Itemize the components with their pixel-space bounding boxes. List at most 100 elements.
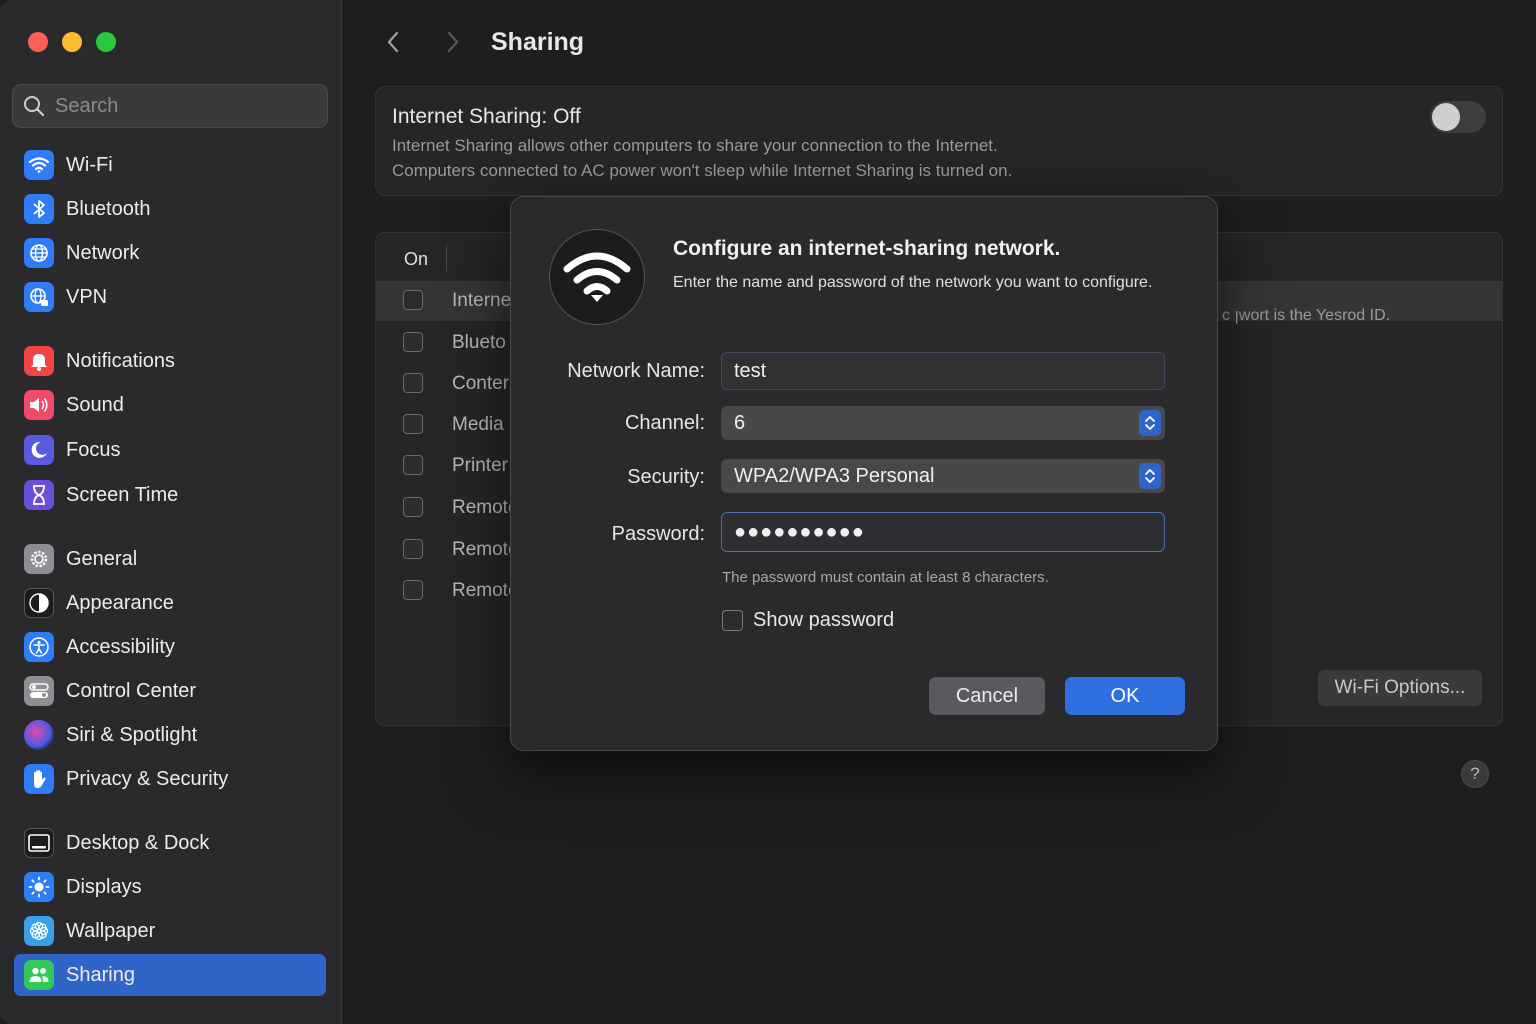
people-icon	[24, 960, 54, 990]
toolbar	[375, 22, 471, 62]
sidebar-item-desktop-dock[interactable]: Desktop & Dock	[14, 822, 326, 864]
sidebar-item-sharing[interactable]: Sharing	[14, 954, 326, 996]
description-line: Internet Sharing allows other computers …	[392, 136, 998, 155]
wifi-icon	[549, 229, 645, 325]
service-label: Remote	[452, 580, 519, 601]
ok-button[interactable]: OK	[1065, 677, 1185, 715]
sidebar-item-notifications[interactable]: Notifications	[14, 340, 326, 382]
configure-network-dialog: Configure an internet-sharing network. E…	[510, 196, 1218, 751]
forward-button[interactable]	[435, 22, 471, 62]
siri-icon	[24, 720, 54, 750]
sidebar-item-label: Control Center	[66, 679, 197, 702]
sidebar-item-bluetooth[interactable]: Bluetooth	[14, 188, 326, 230]
sidebar-item-general[interactable]: General	[14, 538, 326, 580]
window-controls	[28, 32, 116, 52]
show-password-label: Show password	[753, 609, 895, 631]
security-select[interactable]: WPA2/WPA3 Personal	[721, 459, 1165, 493]
sidebar-item-label: Displays	[66, 875, 142, 898]
help-button[interactable]: ?	[1461, 760, 1489, 788]
service-checkbox[interactable]	[403, 455, 423, 475]
minimize-window-button[interactable]	[62, 32, 82, 52]
service-label: Blueto	[452, 332, 506, 353]
chevron-right-icon	[447, 31, 459, 53]
sidebar-item-label: Notifications	[66, 349, 175, 372]
security-value: WPA2/WPA3 Personal	[734, 464, 935, 487]
sidebar-item-vpn[interactable]: VPN	[14, 276, 326, 318]
dialog-title: Configure an internet-sharing network.	[673, 237, 1061, 260]
service-checkbox[interactable]	[403, 332, 423, 352]
password-hint: The password must contain at least 8 cha…	[722, 569, 1049, 586]
sidebar-item-label: Sound	[66, 393, 124, 416]
vpn-globe-icon	[24, 282, 54, 312]
service-checkbox[interactable]	[403, 539, 423, 559]
close-window-button[interactable]	[28, 32, 48, 52]
sidebar-item-label: Bluetooth	[66, 197, 151, 220]
service-checkbox[interactable]	[403, 497, 423, 517]
column-header-on: On	[404, 249, 429, 269]
appearance-icon	[24, 588, 54, 618]
search-input[interactable]	[55, 94, 315, 118]
back-button[interactable]	[375, 22, 411, 62]
show-password-option[interactable]: Show password	[722, 609, 894, 632]
sidebar-item-screen-time[interactable]: Screen Time	[14, 474, 326, 516]
sidebar-item-label: Screen Time	[66, 483, 179, 506]
gear-icon	[24, 544, 54, 574]
sidebar-item-label: Privacy & Security	[66, 767, 229, 790]
hand-icon	[24, 764, 54, 794]
sun-icon	[24, 872, 54, 902]
zoom-window-button[interactable]	[96, 32, 116, 52]
sidebar-item-label: Focus	[66, 438, 121, 461]
internet-sharing-card: Internet Sharing: Off Internet Sharing a…	[375, 86, 1503, 196]
sidebar-item-accessibility[interactable]: Accessibility	[14, 626, 326, 668]
security-label: Security:	[627, 466, 705, 488]
service-label: Conter	[452, 373, 510, 394]
internet-sharing-toggle[interactable]	[1430, 101, 1486, 133]
network-name-label: Network Name:	[567, 360, 705, 382]
moon-icon	[24, 435, 54, 465]
sidebar-item-sound[interactable]: Sound	[14, 384, 326, 426]
sidebar-item-siri-spotlight[interactable]: Siri & Spotlight	[14, 714, 326, 756]
chevron-left-icon	[387, 31, 399, 53]
toggle-knob	[1432, 103, 1460, 131]
service-checkbox[interactable]	[403, 290, 423, 310]
sidebar-item-privacy-security[interactable]: Privacy & Security	[14, 758, 326, 800]
chevron-up-down-icon	[1139, 463, 1161, 489]
search-box[interactable]	[12, 84, 328, 128]
sidebar-item-focus[interactable]: Focus	[14, 429, 326, 471]
sidebar-item-label: VPN	[66, 285, 108, 308]
cancel-button[interactable]: Cancel	[929, 677, 1045, 715]
network-name-input[interactable]	[721, 352, 1165, 390]
show-password-checkbox[interactable]	[722, 610, 743, 631]
sidebar-item-label: Sharing	[66, 963, 135, 986]
service-checkbox[interactable]	[403, 414, 423, 434]
sidebar-item-wallpaper[interactable]: Wallpaper	[14, 910, 326, 952]
sidebar-item-displays[interactable]: Displays	[14, 866, 326, 908]
service-label: Remote	[452, 497, 519, 518]
channel-select[interactable]: 6	[721, 406, 1165, 440]
accessibility-icon	[24, 632, 54, 662]
sidebar-item-wifi[interactable]: Wi-Fi	[14, 144, 326, 186]
description-line: Computers connected to AC power won't sl…	[392, 161, 1013, 180]
side-note-text: c ꞁwort is the Yesrod ID.	[1222, 307, 1391, 324]
sidebar-item-label: Accessibility	[66, 635, 175, 658]
sidebar-item-label: Siri & Spotlight	[66, 723, 198, 746]
password-input[interactable]	[721, 512, 1165, 552]
sidebar-item-label: Appearance	[66, 591, 174, 614]
service-checkbox[interactable]	[403, 373, 423, 393]
settings-window: Wi-Fi Bluetooth Network VP	[0, 0, 1536, 1024]
page-title: Sharing	[491, 28, 585, 56]
speaker-icon	[24, 390, 54, 420]
hourglass-icon	[24, 480, 54, 510]
sidebar-item-network[interactable]: Network	[14, 232, 326, 274]
bell-icon	[24, 346, 54, 376]
globe-icon	[24, 238, 54, 268]
bluetooth-icon	[24, 194, 54, 224]
sidebar-item-appearance[interactable]: Appearance	[14, 582, 326, 624]
service-checkbox[interactable]	[403, 580, 423, 600]
wifi-options-button[interactable]: Wi-Fi Options...	[1318, 670, 1482, 706]
switches-icon	[24, 676, 54, 706]
sidebar-item-control-center[interactable]: Control Center	[14, 670, 326, 712]
sidebar-item-label: General	[66, 547, 138, 570]
service-label: Remote	[452, 539, 519, 560]
search-icon	[24, 96, 45, 117]
